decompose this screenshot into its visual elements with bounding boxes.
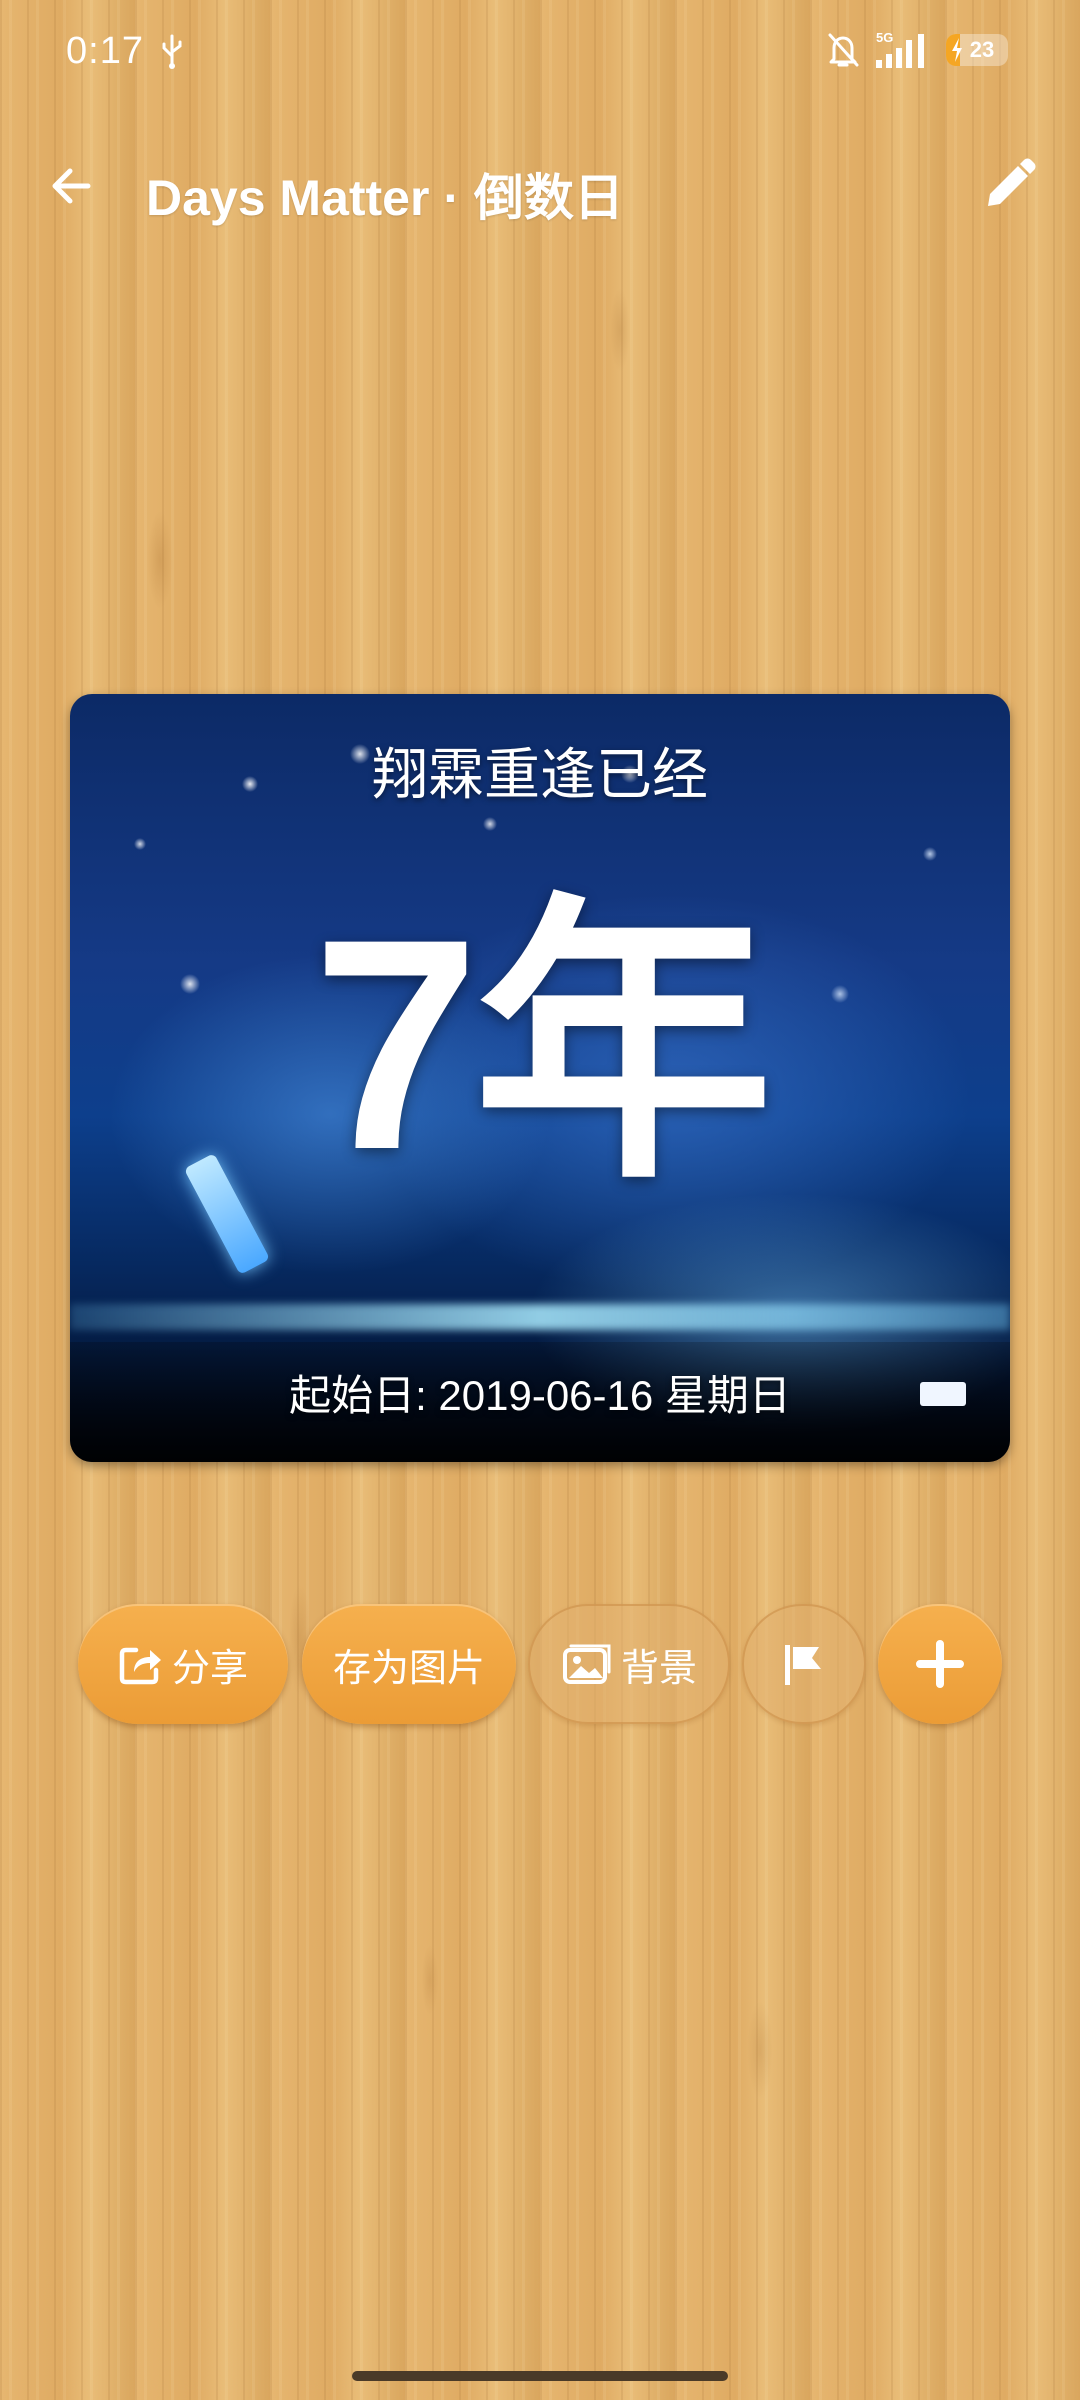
action-bar: 分享 存为图片 背景: [0, 1604, 1080, 1728]
image-icon: [562, 1644, 611, 1684]
arrow-left-icon: [52, 168, 91, 204]
pencil-icon: [988, 158, 1036, 206]
back-button[interactable]: [44, 156, 104, 216]
app-bar: Days Matter · 倒数日: [0, 140, 1080, 230]
background-button[interactable]: 背景: [528, 1604, 730, 1724]
page-title: Days Matter · 倒数日: [146, 170, 624, 226]
flag-icon: [785, 1645, 821, 1685]
elapsed-value: 7年: [312, 876, 774, 1212]
share-button[interactable]: 分享: [78, 1604, 288, 1724]
event-title: 翔霖重逢已经: [372, 743, 708, 806]
add-button[interactable]: [878, 1604, 1002, 1724]
share-icon: [119, 1647, 161, 1685]
background-label: 背景: [620, 1647, 697, 1690]
status-icons: 5G 23: [826, 30, 1008, 70]
start-date: 起始日: 2019-06-16 星期日: [289, 1372, 791, 1419]
countdown-card[interactable]: 翔霖重逢已经 7年 起始日: 2019-06-16 星期日: [70, 694, 1010, 1462]
battery-percent: 23: [969, 37, 995, 62]
edit-button[interactable]: [976, 154, 1040, 218]
home-indicator[interactable]: [352, 2371, 728, 2381]
status-bar: 0:17 5G 23: [0, 0, 1080, 110]
signal-icon: 5G: [876, 30, 924, 68]
status-time: 0:17: [66, 30, 144, 72]
plus-icon: [916, 1640, 964, 1688]
usb-icon: [162, 34, 182, 69]
bolt-icon: [952, 38, 962, 62]
flag-button[interactable]: [742, 1604, 866, 1724]
save-image-label: 存为图片: [332, 1647, 485, 1690]
share-label: 分享: [171, 1647, 248, 1690]
battery-icon: 23: [946, 34, 1008, 66]
network-type: 5G: [876, 30, 893, 45]
card-background-image: [70, 1304, 1010, 1330]
bell-off-icon: [828, 33, 859, 67]
save-image-button[interactable]: 存为图片: [302, 1604, 516, 1724]
